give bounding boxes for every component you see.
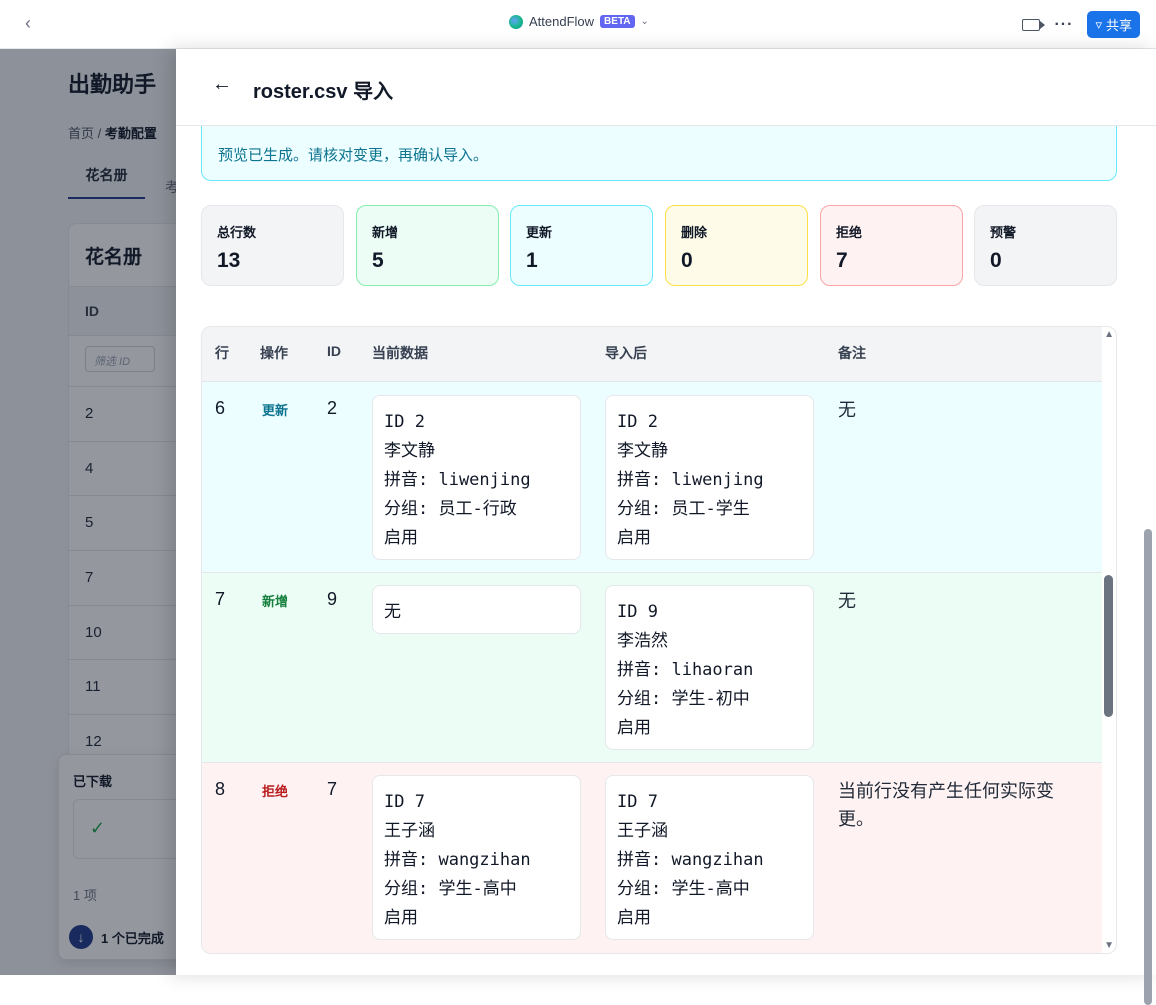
after-data-box: ID 9 李浩然 拼音: lihaoran 分组: 学生-初中 启用 (605, 585, 814, 750)
preview-notice: 预览已生成。请核对变更，再确认导入。 (201, 126, 1117, 181)
col-op: 操作 (260, 345, 288, 361)
stat-label: 预警 (990, 225, 1017, 240)
preview-table: 行 操作 ID 当前数据 导入后 备注 6 更新 2 ID 2 李文静 拼音: … (201, 326, 1117, 954)
row-id: 9 (327, 589, 338, 609)
row-id: 2 (327, 398, 338, 418)
arrow-left-icon[interactable]: ← (212, 73, 232, 96)
data-line: 启用 (617, 718, 651, 738)
current-data-box: ID 2 李文静 拼音: liwenjing 分组: 员工-行政 启用 (372, 395, 581, 560)
data-line: 启用 (384, 908, 418, 928)
stat-total: 总行数 13 (201, 205, 344, 286)
beta-badge: BETA (600, 15, 635, 28)
import-panel: ← roster.csv 导入 预览已生成。请核对变更，再确认导入。 总行数 1… (176, 49, 1156, 1005)
stats-row: 总行数 13 新增 5 更新 1 删除 0 拒绝 7 预警 0 (201, 205, 1117, 287)
data-line: 分组: 学生-高中 (617, 879, 750, 899)
after-data-box: ID 2 李文静 拼音: liwenjing 分组: 员工-学生 启用 (605, 395, 814, 560)
col-id: ID (327, 343, 341, 359)
stat-value: 0 (681, 249, 693, 272)
title-bar: ‹ AttendFlow BETA ⌄ ··· ▿ 共享 (0, 0, 1156, 49)
data-line: ID 9 (617, 602, 658, 622)
stat-value: 0 (990, 249, 1002, 272)
panel-title: roster.csv 导入 (253, 81, 394, 103)
data-line: 王子涵 (617, 821, 668, 841)
stat-warnings: 预警 0 (974, 205, 1117, 286)
stat-label: 总行数 (217, 225, 257, 240)
row-number: 8 (215, 779, 226, 799)
data-line: ID 7 (617, 792, 658, 812)
data-line: ID 2 (384, 412, 425, 432)
data-line: 李文静 (617, 441, 668, 461)
data-line: 拼音: lihaoran (617, 660, 754, 680)
col-current: 当前数据 (372, 345, 428, 361)
data-line: 分组: 学生-高中 (384, 879, 517, 899)
chevron-down-icon: ⌄ (640, 16, 649, 27)
table-scrollbar[interactable]: ▲ ▼ (1100, 327, 1116, 953)
table-row[interactable]: 8 拒绝 7 ID 7 王子涵 拼音: wangzihan 分组: 学生-高中 … (202, 763, 1102, 953)
more-icon[interactable]: ··· (1054, 16, 1073, 34)
data-line: 启用 (384, 528, 418, 548)
stat-label: 新增 (372, 225, 399, 240)
op-badge: 更新 (261, 403, 288, 418)
data-line: 分组: 员工-学生 (617, 499, 750, 519)
share-icon: ▿ (1095, 16, 1102, 32)
app-name: AttendFlow (529, 14, 595, 29)
data-line: 无 (384, 602, 401, 622)
row-id: 7 (327, 779, 338, 799)
app-switcher[interactable]: AttendFlow BETA ⌄ (509, 14, 649, 29)
stat-value: 13 (217, 249, 241, 272)
data-line: 拼音: liwenjing (384, 470, 531, 490)
stat-value: 7 (836, 249, 848, 272)
data-line: 拼音: liwenjing (617, 470, 764, 490)
data-line: 启用 (617, 908, 651, 928)
scrollbar-thumb[interactable] (1104, 575, 1113, 717)
table-header: 行 操作 ID 当前数据 导入后 备注 (202, 327, 1102, 382)
stat-added: 新增 5 (356, 205, 499, 286)
stat-updated: 更新 1 (510, 205, 653, 286)
data-line: 李浩然 (617, 631, 668, 651)
op-badge: 拒绝 (261, 784, 288, 799)
op-badge: 新增 (261, 594, 288, 609)
row-note: 当前行没有产生任何实际变更。 (838, 781, 1054, 829)
stat-value: 5 (372, 249, 384, 272)
share-button[interactable]: ▿ 共享 (1087, 11, 1140, 38)
scroll-up-icon[interactable]: ▲ (1104, 329, 1114, 340)
stat-label: 更新 (526, 225, 553, 240)
panel-scrollbar-thumb[interactable] (1144, 529, 1152, 1005)
stat-rejected: 拒绝 7 (820, 205, 963, 286)
current-data-box: ID 7 王子涵 拼音: wangzihan 分组: 学生-高中 启用 (372, 775, 581, 940)
scroll-down-icon[interactable]: ▼ (1104, 940, 1114, 951)
data-line: 启用 (617, 528, 651, 548)
chevron-left-icon[interactable]: ‹ (18, 13, 38, 33)
modal-overlay[interactable] (0, 49, 176, 975)
stat-value: 1 (526, 249, 538, 272)
data-line: ID 2 (617, 412, 658, 432)
data-line: ID 7 (384, 792, 425, 812)
col-after: 导入后 (605, 345, 647, 361)
data-line: 分组: 员工-行政 (384, 499, 517, 519)
stat-deleted: 删除 0 (665, 205, 808, 286)
row-number: 7 (215, 589, 226, 609)
data-line: 李文静 (384, 441, 435, 461)
after-data-box: ID 7 王子涵 拼音: wangzihan 分组: 学生-高中 启用 (605, 775, 814, 940)
panel-header: ← roster.csv 导入 (176, 49, 1156, 126)
video-icon[interactable] (1022, 18, 1046, 31)
table-row[interactable]: 7 新增 9 无 ID 9 李浩然 拼音: lihaoran 分组: 学生-初中… (202, 573, 1102, 763)
table-row[interactable]: 6 更新 2 ID 2 李文静 拼音: liwenjing 分组: 员工-行政 … (202, 382, 1102, 573)
stat-label: 拒绝 (836, 225, 863, 240)
row-note: 无 (838, 591, 856, 611)
current-data-box: 无 (372, 585, 581, 634)
data-line: 王子涵 (384, 821, 435, 841)
stat-label: 删除 (681, 225, 708, 240)
data-line: 拼音: wangzihan (384, 850, 531, 870)
col-row: 行 (215, 345, 229, 361)
share-label: 共享 (1105, 18, 1132, 33)
row-number: 6 (215, 398, 226, 418)
data-line: 拼音: wangzihan (617, 850, 764, 870)
col-note: 备注 (838, 345, 866, 361)
row-note: 无 (838, 400, 856, 420)
globe-icon (509, 14, 523, 29)
data-line: 分组: 学生-初中 (617, 689, 750, 709)
